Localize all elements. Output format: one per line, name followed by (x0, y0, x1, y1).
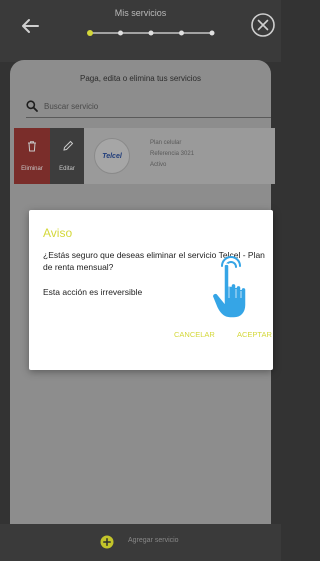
service-row: Eliminar Editar Telcel Plan celular Refe… (14, 128, 275, 184)
service-card[interactable]: Telcel Plan celular Referencia 3021 Acti… (84, 128, 275, 184)
service-type: Plan celular (150, 140, 182, 146)
service-reference: Referencia 3021 (150, 151, 195, 157)
bottom-bar[interactable]: Agregar servicio (0, 524, 281, 561)
telcel-logo: Telcel (94, 138, 130, 174)
sheet-subtitle: Paga, edita o elimina tus servicios (80, 74, 201, 83)
delete-label: Eliminar (21, 166, 43, 172)
delete-button[interactable]: Eliminar (14, 128, 50, 184)
step-5 (209, 30, 215, 36)
search-input[interactable] (44, 98, 244, 114)
step-1 (87, 30, 93, 36)
service-status: Activo (150, 162, 167, 168)
edit-button[interactable]: Editar (50, 128, 84, 184)
step-2 (118, 30, 123, 36)
tap-hand-icon (212, 263, 247, 319)
search-icon (26, 100, 38, 112)
pencil-icon (63, 140, 74, 151)
page-title: Mis servicios (114, 8, 167, 18)
search-bar[interactable] (26, 96, 271, 118)
step-4 (179, 30, 184, 36)
add-service-label: Agregar servicio (128, 537, 179, 544)
header: Mis servicios (0, 0, 281, 62)
trash-icon (28, 141, 36, 152)
accept-button[interactable]: ACEPTAR (237, 330, 272, 339)
progress-stepper (87, 30, 215, 36)
close-icon[interactable] (250, 12, 276, 38)
dialog-warning: Esta acción es irreversible (43, 287, 143, 297)
step-3 (148, 30, 154, 36)
dialog-title: Aviso (43, 226, 73, 240)
edit-label: Editar (59, 166, 75, 172)
cancel-button[interactable]: CANCELAR (174, 330, 215, 339)
plus-circle-icon (100, 535, 114, 549)
